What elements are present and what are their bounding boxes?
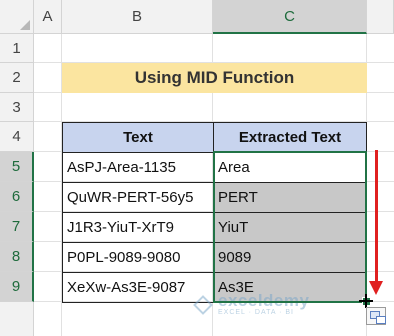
cell-extracted[interactable]: 9089 [213,242,367,273]
row-header-6[interactable]: 6 [0,182,34,212]
down-arrow-icon [369,281,383,295]
title-cell[interactable]: Using MID Function [62,63,367,93]
row-header-4[interactable]: 4 [0,122,34,152]
select-all-icon [20,20,30,30]
table-header-text[interactable]: Text [62,122,214,153]
autofill-options-icon[interactable] [366,307,386,325]
column-header-a[interactable]: A [34,0,62,34]
row-header-8[interactable]: 8 [0,242,34,272]
crosshair-cursor-icon [359,294,373,308]
cell-extracted[interactable]: Area [213,152,367,183]
select-all-corner[interactable] [0,0,34,34]
row-header-2[interactable]: 2 [0,63,34,93]
column-header-c[interactable]: C [213,0,367,34]
cell-text[interactable]: P0PL-9089-9080 [62,242,214,273]
cell-text[interactable]: QuWR-PERT-56y5 [62,182,214,213]
column-header-d[interactable] [367,0,394,34]
row-header-5[interactable]: 5 [0,152,34,182]
column-header-b[interactable]: B [62,0,213,34]
watermark-sub: EXCEL · DATA · BI [218,309,294,316]
cell-text[interactable]: J1R3-YiuT-XrT9 [62,212,214,243]
row-header-10[interactable] [0,302,34,336]
row-header-9[interactable]: 9 [0,272,34,302]
drag-arrow-line [375,150,378,283]
spreadsheet-grid: A B C 1 2 3 4 5 6 7 8 9 Using MID Functi… [0,0,394,336]
row-header-3[interactable]: 3 [0,93,34,122]
cell-text[interactable]: AsPJ-Area-1135 [62,152,214,183]
cell-extracted[interactable]: PERT [213,182,367,213]
row-header-7[interactable]: 7 [0,212,34,242]
cell-extracted[interactable]: As3E [213,272,367,303]
cell-extracted[interactable]: YiuT [213,212,367,243]
cell-text[interactable]: XeXw-As3E-9087 [62,272,214,303]
row-header-1[interactable]: 1 [0,34,34,63]
table-header-extracted[interactable]: Extracted Text [213,122,367,153]
